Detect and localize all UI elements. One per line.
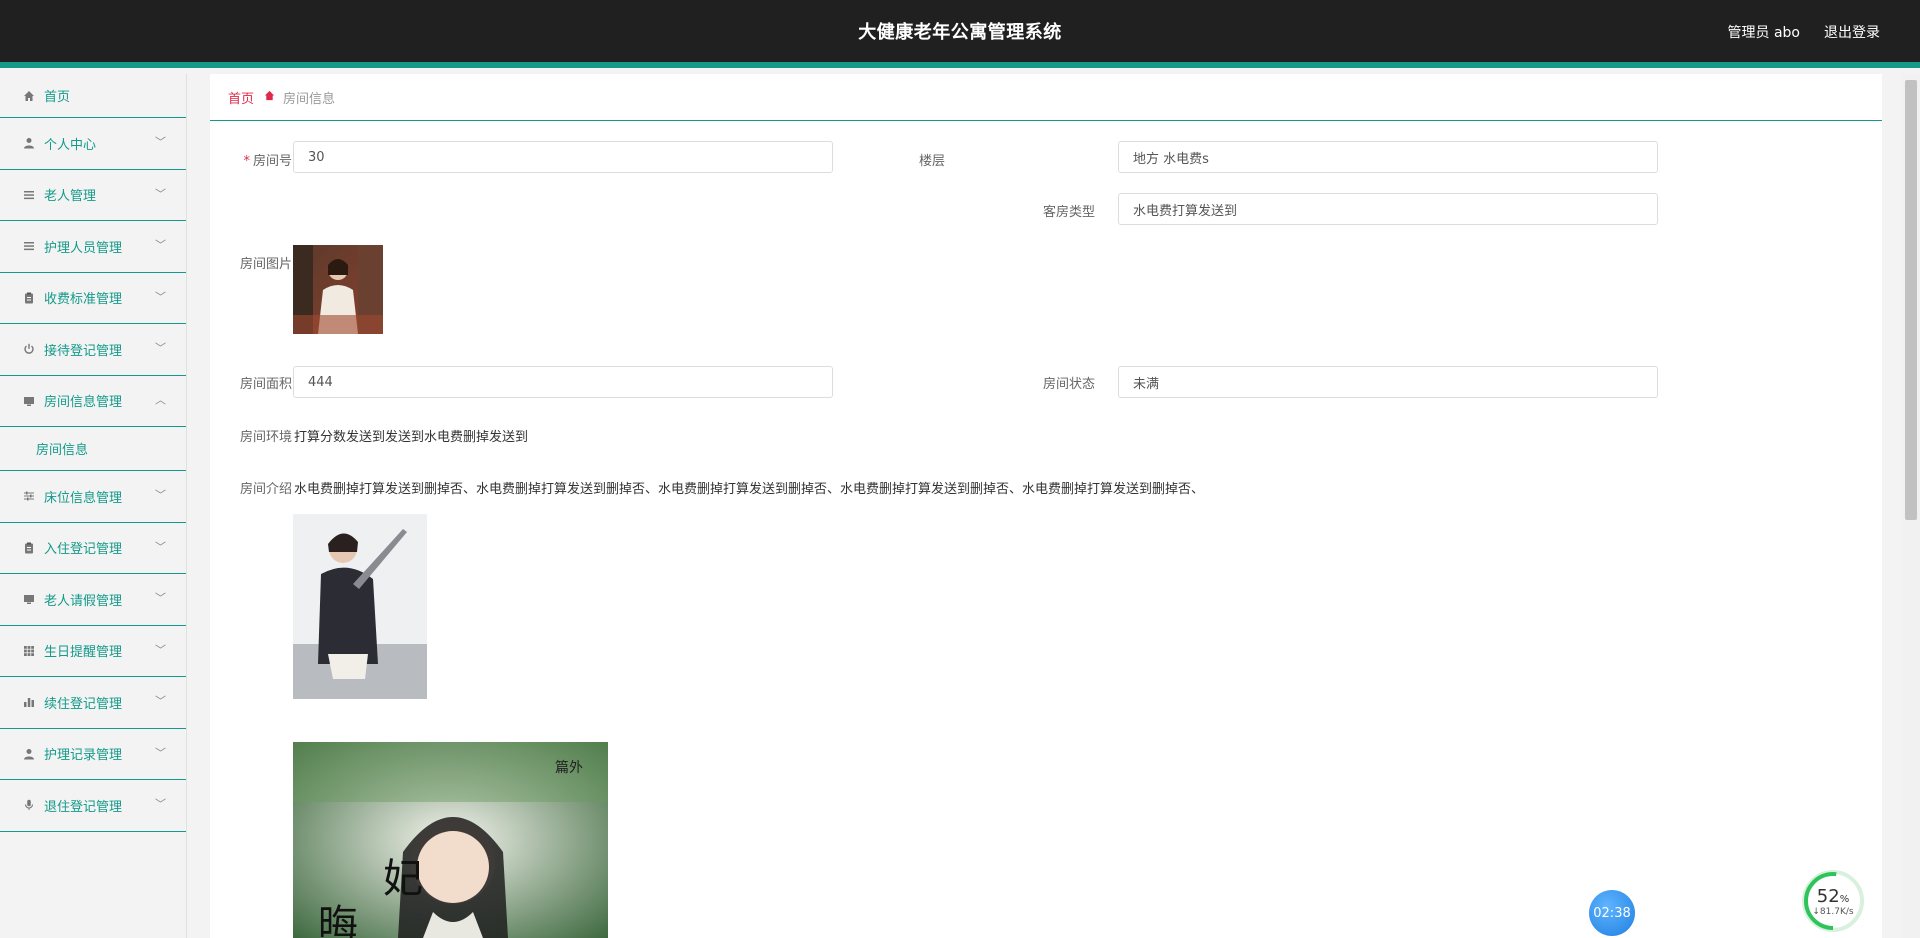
sidebar-subitem-label: 房间信息: [36, 443, 89, 458]
chevron-down-icon: ﹀: [155, 797, 166, 811]
sidebar-item-label: 接待登记管理: [44, 343, 123, 359]
breadcrumb-home[interactable]: 首页: [228, 88, 254, 107]
chevron-up-icon: ︿: [155, 393, 166, 407]
clipboard-icon: [22, 291, 36, 305]
intro-photo-2: 妃 晦 篇外: [293, 742, 608, 938]
status-label: 房间状态: [1042, 377, 1095, 392]
chevron-down-icon: ﹀: [155, 540, 166, 554]
room-photo[interactable]: [293, 245, 383, 334]
room-image-label: 房间图片: [239, 257, 292, 272]
list-icon: [22, 239, 36, 253]
svg-text:篇外: 篇外: [555, 760, 583, 776]
top-bar: 大健康老年公寓管理系统 管理员 abo 退出登录: [0, 0, 1920, 68]
sidebar-item-checkin[interactable]: 入住登记管理 ﹀: [0, 523, 186, 574]
sidebar-item-leave[interactable]: 老人请假管理 ﹀: [0, 574, 186, 626]
sidebar-item-label: 退住登记管理: [44, 799, 123, 815]
sidebar-item-renewal[interactable]: 续住登记管理 ﹀: [0, 677, 186, 729]
home-icon: [264, 90, 275, 104]
sidebar-item-label: 老人请假管理: [44, 593, 123, 609]
sidebar-item-label: 个人中心: [44, 137, 97, 153]
chevron-down-icon: ﹀: [155, 341, 166, 355]
app-title: 大健康老年公寓管理系统: [858, 22, 1062, 43]
list-icon: [22, 188, 36, 202]
sidebar-item-care-records[interactable]: 护理记录管理 ﹀: [0, 729, 186, 780]
chevron-down-icon: ﹀: [155, 290, 166, 304]
sidebar-item-label: 房间信息管理: [44, 395, 123, 411]
env-label: 房间环境: [239, 430, 292, 445]
sidebar-item-label: 入住登记管理: [44, 542, 123, 558]
floor-label: 楼层: [918, 154, 945, 169]
room-type-label: 客房类型: [1042, 205, 1095, 220]
power-icon: [22, 342, 36, 356]
status-field[interactable]: 未满: [1118, 366, 1658, 398]
room-no-label: * 房间号: [243, 154, 292, 169]
bar-chart-icon: [22, 695, 36, 709]
sliders-icon: [22, 489, 36, 503]
sidebar-item-label: 收费标准管理: [44, 292, 123, 308]
svg-text:妃: 妃: [383, 856, 423, 902]
svg-text:晦: 晦: [318, 902, 358, 938]
area-field[interactable]: 444: [293, 366, 833, 398]
chevron-down-icon: ﹀: [155, 488, 166, 502]
env-value: 打算分数发送到发送到水电费删掉发送到: [294, 430, 529, 445]
timer-badge[interactable]: 02:38: [1589, 890, 1635, 936]
room-type-field[interactable]: 水电费打算发送到: [1118, 193, 1658, 225]
user-icon: [22, 136, 36, 150]
page-scrollbar[interactable]: [1902, 74, 1920, 938]
chevron-down-icon: ﹀: [155, 643, 166, 657]
sidebar-item-beds[interactable]: 床位信息管理 ﹀: [0, 471, 186, 523]
current-user: 管理员 abo: [1727, 25, 1800, 41]
network-monitor[interactable]: 52% ↓81.7K/s: [1802, 870, 1864, 932]
chevron-down-icon: ﹀: [155, 238, 166, 252]
sidebar-item-label: 续住登记管理: [44, 696, 123, 712]
sidebar-item-label: 床位信息管理: [44, 490, 123, 506]
chevron-down-icon: ﹀: [155, 187, 166, 201]
room-no-field[interactable]: 30: [293, 141, 833, 173]
main-content: 首页 房间信息 * 房间号 30 楼层 地方 水电费s 客房类型 水电费打算发送到…: [210, 74, 1882, 938]
sidebar-item-room-management[interactable]: 房间信息管理 ︿: [0, 376, 186, 427]
logout-link[interactable]: 退出登录: [1824, 22, 1880, 42]
sidebar-item-personal-center[interactable]: 个人中心 ﹀: [0, 118, 186, 170]
sidebar-item-elderly[interactable]: 老人管理 ﹀: [0, 170, 186, 221]
breadcrumb-current: 房间信息: [283, 91, 336, 107]
sidebar-item-label: 生日提醒管理: [44, 645, 123, 661]
sidebar-subitem-room-info[interactable]: 房间信息: [0, 427, 186, 471]
monitor-icon: [22, 394, 36, 408]
sidebar-item-checkout[interactable]: 退住登记管理 ﹀: [0, 780, 186, 832]
floor-field[interactable]: 地方 水电费s: [1118, 141, 1658, 173]
sidebar-item-label: 护理人员管理: [44, 240, 123, 256]
intro-value: 水电费删掉打算发送到删掉否、水电费删掉打算发送到删掉否、水电费删掉打算发送到删掉…: [294, 482, 1205, 497]
intro-photo-1: [293, 514, 427, 699]
sidebar-item-home[interactable]: 首页: [0, 74, 186, 118]
sidebar-item-label: 老人管理: [44, 189, 97, 205]
sidebar-item-label: 首页: [44, 90, 71, 105]
home-icon: [22, 89, 36, 103]
sidebar-item-fees[interactable]: 收费标准管理 ﹀: [0, 273, 186, 324]
intro-label: 房间介绍: [239, 482, 292, 497]
area-label: 房间面积: [239, 377, 292, 392]
scrollbar-thumb[interactable]: [1905, 80, 1917, 520]
chevron-down-icon: ﹀: [155, 694, 166, 708]
sidebar-item-reception[interactable]: 接待登记管理 ﹀: [0, 324, 186, 376]
user-icon: [22, 747, 36, 761]
sidebar-item-caregivers[interactable]: 护理人员管理 ﹀: [0, 221, 186, 273]
clipboard-icon: [22, 541, 36, 555]
mic-icon: [22, 798, 36, 812]
monitor-icon: [22, 592, 36, 606]
chevron-down-icon: ﹀: [155, 591, 166, 605]
chevron-down-icon: ﹀: [155, 135, 166, 149]
sidebar-item-label: 护理记录管理: [44, 748, 123, 764]
grid-icon: [22, 644, 36, 658]
breadcrumb: 首页 房间信息: [210, 74, 1882, 121]
sidebar-item-birthday[interactable]: 生日提醒管理 ﹀: [0, 626, 186, 677]
sidebar: 首页 个人中心 ﹀ 老人管理 ﹀ 护理人员管理 ﹀ 收费标准管理 ﹀ 接待登记管…: [0, 74, 187, 938]
chevron-down-icon: ﹀: [155, 746, 166, 760]
